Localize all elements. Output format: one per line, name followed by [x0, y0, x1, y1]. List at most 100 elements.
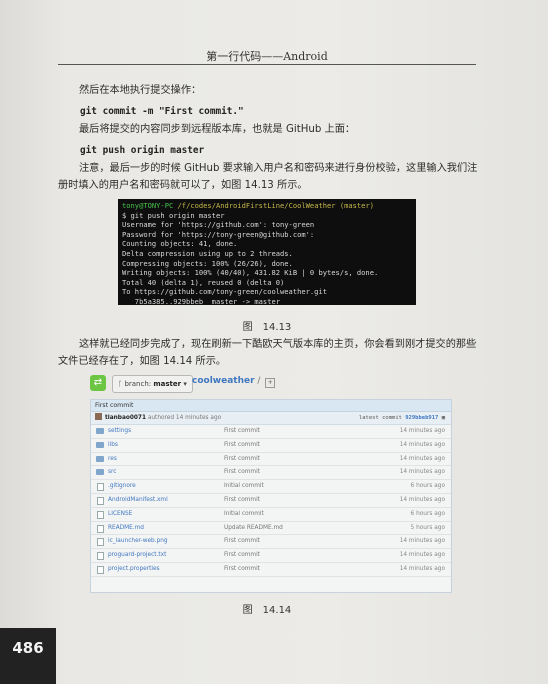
- latest-commit-hash[interactable]: 929bbeb917: [405, 415, 438, 421]
- clipboard-icon[interactable]: ▣: [442, 415, 445, 421]
- folder-icon: [96, 469, 104, 476]
- file-age: 14 minutes ago: [399, 428, 445, 434]
- file-commit-message[interactable]: First commit: [224, 549, 260, 562]
- file-row[interactable]: libs First commit 14 minutes ago: [91, 439, 451, 453]
- terminal-line: Username for 'https://github.com': tony-…: [122, 220, 315, 230]
- file-commit-message[interactable]: First commit: [224, 535, 260, 548]
- file-browser: First commit tianbao0071 authored 14 min…: [90, 399, 452, 593]
- terminal-screenshot: tony@TONY-PC /f/codes/AndroidFirstLine/C…: [118, 199, 416, 305]
- file-commit-message[interactable]: First commit: [224, 453, 260, 466]
- branch-selector[interactable]: ᚴ branch: master ▾: [112, 375, 193, 393]
- file-age: 5 hours ago: [410, 524, 445, 531]
- terminal-line: 7b5a385..929bbeb master -> master: [122, 296, 281, 305]
- file-commit-message[interactable]: Initial commit: [224, 480, 264, 493]
- file-list: settings First commit 14 minutes ago libs Fi…: [91, 425, 451, 577]
- chevron-down-icon: ▾: [183, 380, 187, 388]
- latest-commit-message[interactable]: First commit: [91, 400, 451, 412]
- book-page: 第一行代码——Android 然后在本地执行提交操作： git commit -…: [0, 0, 548, 684]
- file-age: 14 minutes ago: [399, 441, 445, 448]
- figure-caption-14-14: 图 14.14: [242, 605, 292, 616]
- file-commit-message[interactable]: First commit: [224, 425, 260, 438]
- file-age: 14 minutes ago: [399, 469, 445, 476]
- file-row[interactable]: README.md Update README.md 5 hours ago: [91, 522, 451, 536]
- file-age: 14 minutes ago: [399, 552, 445, 559]
- add-file-icon[interactable]: +: [265, 378, 276, 388]
- file-row[interactable]: settings First commit 14 minutes ago: [91, 425, 451, 439]
- compare-icon[interactable]: ⇄: [90, 375, 106, 391]
- file-row[interactable]: ic_launcher-web.png First commit 14 minute…: [91, 535, 451, 550]
- avatar: [95, 413, 102, 420]
- folder-icon: [96, 455, 104, 462]
- terminal-line: Delta compression using up to 2 threads.: [122, 248, 293, 258]
- branch-label: branch:: [124, 380, 152, 388]
- repo-slash: /: [254, 376, 264, 386]
- file-name[interactable]: LICENSE: [108, 508, 132, 521]
- latest-commit-info: latest commit 929bbeb917 ▣: [359, 412, 445, 424]
- file-icon: [97, 565, 104, 574]
- file-icon: [97, 524, 104, 533]
- file-row[interactable]: LICENSE Initial commit 6 hours ago: [91, 508, 451, 522]
- file-name[interactable]: res: [108, 453, 117, 466]
- commit-author-meta: authored 14 minutes ago: [147, 415, 222, 421]
- file-name[interactable]: src: [108, 466, 116, 479]
- paragraph-auth-note: 注意，最后一步的时候 GitHub 要求输入用户名和密码来进行身份校验，这里输入…: [58, 163, 478, 191]
- file-age: 14 minutes ago: [399, 496, 445, 503]
- terminal-line: Password for 'https://tony-green@github.…: [122, 229, 315, 239]
- file-row[interactable]: AndroidManifest.xml First commit 14 minute…: [91, 494, 451, 508]
- file-name[interactable]: README.md: [108, 522, 144, 535]
- code-git-push: git push origin master: [80, 145, 205, 156]
- file-commit-message[interactable]: First commit: [224, 563, 260, 576]
- terminal-line: $ git push origin master: [122, 210, 225, 220]
- file-age: 14 minutes ago: [399, 455, 445, 462]
- paragraph-sync-done: 这样就已经同步完成了，现在刷新一下酷欧天气版本库的主页，你会看到刚才提交的那些文…: [58, 339, 477, 367]
- github-screenshot: ⇄ ᚴ branch: master ▾ coolweather / + Fir…: [88, 371, 452, 593]
- terminal-prompt-path: /f/codes/AndroidFirstLine/CoolWeather (m…: [177, 201, 374, 210]
- file-name[interactable]: .gitignore: [108, 480, 136, 493]
- file-age: 6 hours ago: [410, 483, 445, 490]
- file-commit-message[interactable]: Update README.md: [224, 522, 283, 535]
- file-row[interactable]: res First commit 14 minutes ago: [91, 453, 451, 467]
- paragraph-commit-intro: 然后在本地执行提交操作：: [79, 85, 202, 96]
- file-icon: [97, 552, 104, 561]
- file-name[interactable]: project.properties: [108, 563, 160, 576]
- figure-caption-14-13: 图 14.13: [242, 322, 292, 333]
- file-icon: [97, 483, 104, 492]
- github-repo-header: ⇄ ᚴ branch: master ▾ coolweather / +: [88, 371, 452, 397]
- file-name[interactable]: AndroidManifest.xml: [108, 494, 168, 507]
- file-commit-message[interactable]: First commit: [224, 466, 260, 479]
- folder-icon: [96, 428, 104, 434]
- file-name[interactable]: settings: [108, 425, 131, 438]
- page-number: 486: [0, 628, 56, 684]
- code-git-commit: git commit -m "First commit.": [80, 106, 244, 117]
- file-row[interactable]: proguard-project.txt First commit 14 minut…: [91, 549, 451, 563]
- commit-meta: tianbao0071 authored 14 minutes ago late…: [91, 412, 451, 425]
- file-row[interactable]: src First commit 14 minutes ago: [91, 466, 451, 481]
- repo-breadcrumb: coolweather / +: [192, 376, 276, 388]
- file-icon: [97, 510, 104, 519]
- file-row[interactable]: .gitignore Initial commit 6 hours ago: [91, 480, 451, 494]
- file-age: 14 minutes ago: [399, 538, 445, 545]
- file-row[interactable]: project.properties First commit 14 minutes…: [91, 563, 451, 577]
- file-age: 6 hours ago: [410, 510, 445, 517]
- file-commit-message[interactable]: First commit: [224, 439, 260, 452]
- terminal-line: Compressing objects: 100% (26/26), done.: [122, 258, 293, 268]
- file-commit-message[interactable]: First commit: [224, 494, 260, 507]
- branch-value: master: [153, 380, 182, 388]
- terminal-prompt-user: tony@TONY-PC: [122, 201, 174, 210]
- branch-icon: ᚴ: [118, 380, 123, 388]
- file-name[interactable]: proguard-project.txt: [108, 549, 166, 562]
- repo-name-link[interactable]: coolweather: [192, 376, 255, 386]
- terminal-line: To https://github.com/tony-green/coolwea…: [122, 287, 327, 297]
- latest-commit-label: latest commit: [358, 415, 402, 421]
- file-name[interactable]: libs: [108, 439, 118, 452]
- file-icon: [97, 496, 104, 505]
- commit-author[interactable]: tianbao0071: [105, 415, 146, 421]
- file-age: 14 minutes ago: [399, 565, 445, 572]
- file-name[interactable]: ic_launcher-web.png: [108, 535, 168, 548]
- terminal-line: Total 40 (delta 1), reused 0 (delta 0): [122, 277, 285, 287]
- running-header: 第一行代码——Android: [206, 50, 328, 63]
- paragraph-push-intro: 最后将提交的内容同步到远程版本库，也就是 GitHub 上面：: [79, 124, 356, 135]
- terminal-line: Counting objects: 41, done.: [122, 239, 238, 249]
- folder-icon: [96, 441, 104, 448]
- file-commit-message[interactable]: Initial commit: [224, 508, 264, 521]
